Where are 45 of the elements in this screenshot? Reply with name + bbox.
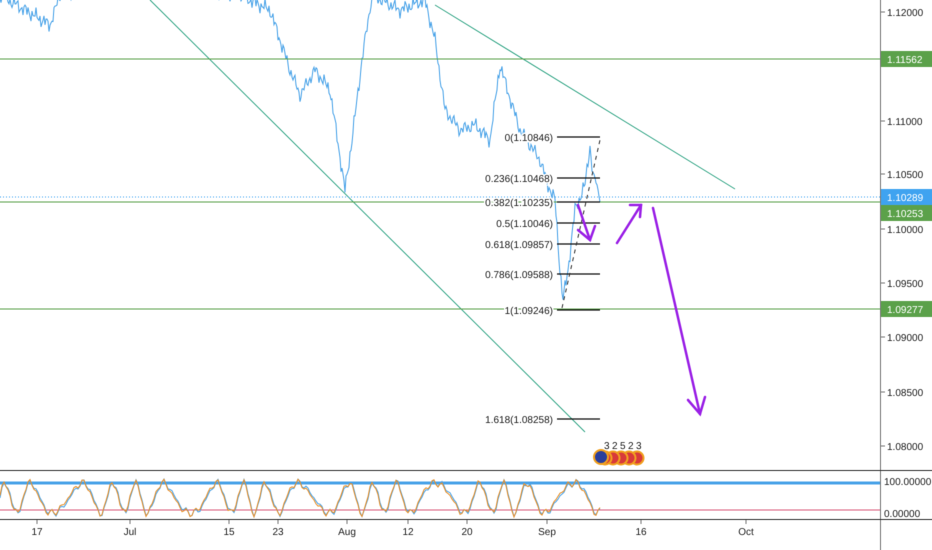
fib-level-line [557,177,600,179]
time-axis-label: 20 [461,527,473,538]
fib-level-line [557,309,600,311]
time-axis-label: 23 [272,527,284,538]
oscillator-axis-label: 100.00000 [884,477,932,488]
time-axis-label: Oct [738,527,754,538]
fib-level-label: 0.618(1.09857) [485,240,553,251]
price-axis-label: 1.09500 [887,279,924,290]
time-axis-label: Sep [538,527,556,538]
arrow [576,204,596,242]
price-badge: 1.10253 [881,205,932,221]
fib-level-label: 1(1.09246) [504,306,553,317]
event-count: 3 [636,441,642,452]
price-axis-label: 1.10000 [887,225,924,236]
fib-level-line [557,201,600,203]
fib-level-line [557,243,600,245]
price-axis-label: 1.11000 [887,117,922,128]
price-axis-label: 1.09000 [887,333,924,344]
oscillator-axis-label: 0.00000 [884,509,920,519]
fib-level-line [557,418,600,420]
price-axis-label: 1.12000 [887,8,924,19]
fib-level-label: 1.618(1.08258) [485,415,553,426]
time-axis-label: 17 [31,527,43,538]
price-axis-label: 1.10500 [887,170,924,181]
price-badge: 1.10289 [881,189,932,205]
price-badge: 1.09277 [881,301,932,317]
fib-level-label: 0.786(1.09588) [485,270,553,281]
event-flags-icon [593,449,644,466]
event-count: 5 [620,441,626,452]
event-count: 2 [628,441,634,452]
time-axis-label: Aug [338,527,356,538]
time-axis-label: 15 [223,527,235,538]
price-badge: 1.11562 [881,51,932,67]
time-axis-label: 16 [635,527,647,538]
time-axis-label: Jul [124,527,136,538]
fib-level-label: 0.5(1.10046) [496,219,553,230]
time-axis-label: 12 [402,527,414,538]
fib-level-line [557,273,600,275]
fib-level-line [557,136,600,138]
event-count: 2 [612,441,618,452]
price-axis-label: 1.08500 [887,388,924,399]
price-axis-label: 1.08000 [887,442,924,453]
event-count: 3 [604,441,610,452]
arrow [616,204,642,244]
fib-level-line [557,222,600,224]
